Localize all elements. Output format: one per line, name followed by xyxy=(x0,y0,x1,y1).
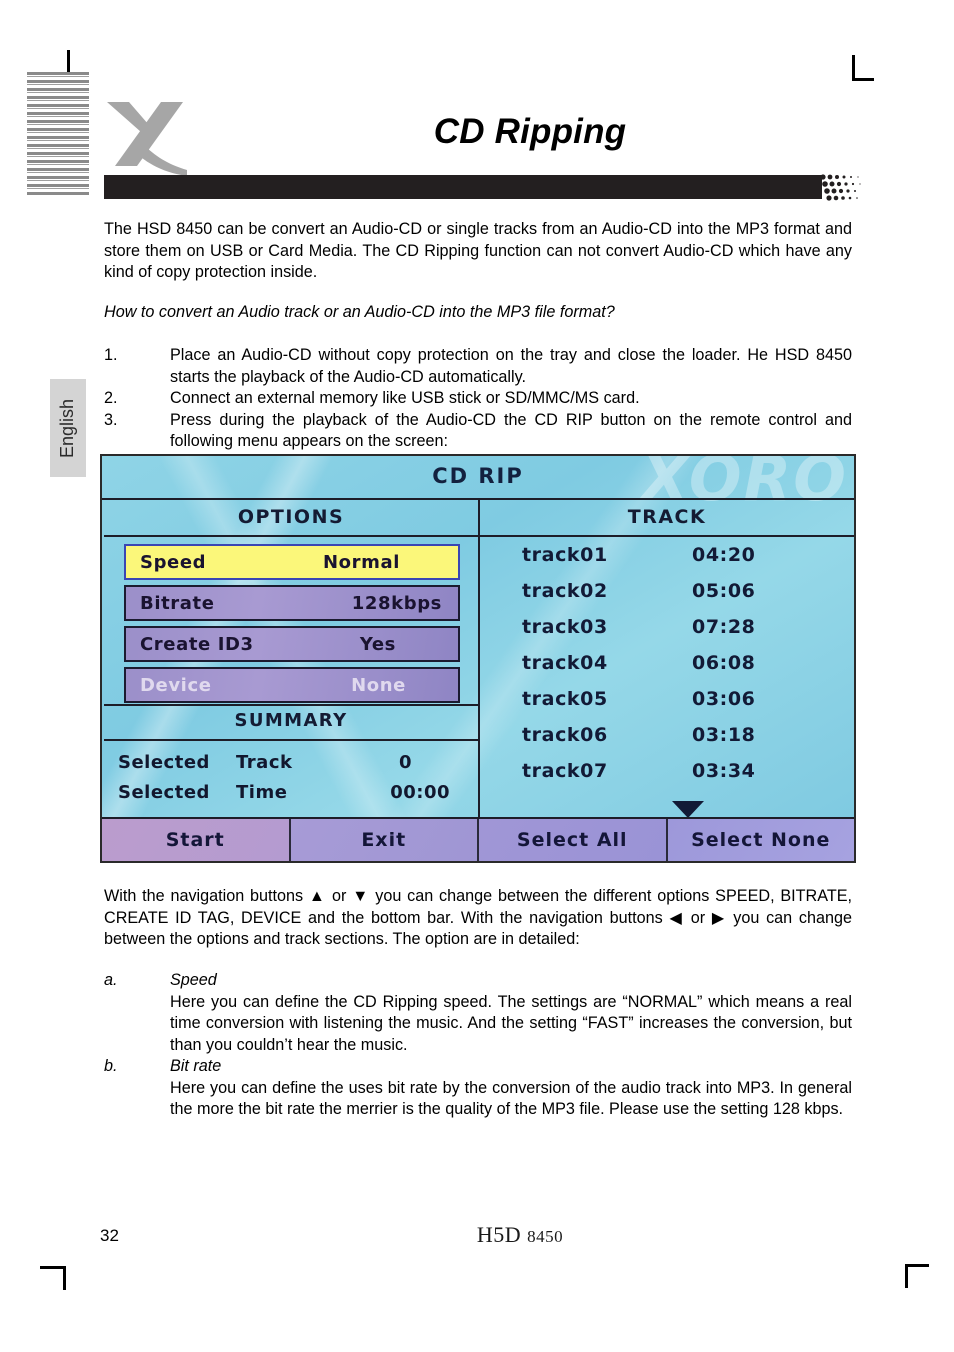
osd-track-time: 04:20 xyxy=(692,544,756,566)
osd-summary-key2: Track xyxy=(236,752,293,773)
osd-option-label: Bitrate xyxy=(140,592,215,614)
osd-summary-divider-bottom xyxy=(104,739,478,741)
footer-logo-d: D xyxy=(504,1222,522,1247)
osd-option-value: Normal xyxy=(323,551,400,573)
step-number: 1. xyxy=(104,346,118,364)
list-item: 1. Place an Audio-CD without copy protec… xyxy=(104,345,852,388)
osd-track-name: track01 xyxy=(522,544,608,566)
intro-paragraph: The HSD 8450 can be convert an Audio-CD … xyxy=(104,220,852,281)
detail-heading: Bit rate xyxy=(170,1057,222,1075)
osd-track-time: 03:34 xyxy=(692,760,756,782)
detail-heading: Speed xyxy=(170,971,217,989)
cd-rip-osd-screenshot: XORO CD RIP OPTIONS TRACK Speed Normal B… xyxy=(100,454,856,863)
language-tab: English xyxy=(50,379,86,477)
osd-options-heading-divider xyxy=(104,535,478,537)
header-rule-bar xyxy=(104,175,822,199)
crop-mark-top-right xyxy=(852,55,874,81)
footer-logo-slash: 5 xyxy=(493,1222,505,1247)
crop-mark-bottom-left xyxy=(40,1266,66,1290)
osd-option-value: None xyxy=(351,674,406,696)
osd-option-label: Create ID3 xyxy=(140,633,254,655)
start-button[interactable]: Start xyxy=(102,819,291,861)
exit-button[interactable]: Exit xyxy=(290,819,479,861)
list-item: b. Bit rate Here you can define the uses… xyxy=(104,1056,852,1121)
osd-title: CD RIP xyxy=(432,464,524,488)
osd-summary-value: 00:00 xyxy=(390,782,450,803)
list-item: a. Speed Here you can define the CD Ripp… xyxy=(104,970,852,1056)
osd-option-value: Yes xyxy=(359,633,396,655)
list-item: 2. Connect an external memory like USB s… xyxy=(104,388,852,410)
osd-option-speed[interactable]: Speed Normal xyxy=(124,544,460,580)
step-number: 3. xyxy=(104,410,118,429)
table-row[interactable]: track05 03:06 xyxy=(502,688,832,724)
stripe-pattern-decoration xyxy=(27,72,89,196)
details-list: a. Speed Here you can define the CD Ripp… xyxy=(104,970,852,1121)
page-number: 32 xyxy=(100,1226,119,1245)
osd-track-name: track03 xyxy=(522,616,608,638)
halftone-dots-decoration xyxy=(820,174,861,201)
osd-button-bar: Start Exit Select All Select None xyxy=(102,817,854,861)
osd-summary-key2: Time xyxy=(236,782,288,803)
xoro-x-logo xyxy=(107,102,187,176)
footer-logo-h: H xyxy=(476,1222,494,1247)
table-row[interactable]: track02 05:06 xyxy=(502,580,832,616)
osd-track-time: 03:06 xyxy=(692,688,756,710)
osd-summary-divider-top xyxy=(104,704,478,706)
osd-option-device[interactable]: Device None xyxy=(124,667,460,703)
osd-track-name: track05 xyxy=(522,688,608,710)
osd-track-heading: TRACK xyxy=(627,506,707,528)
step-text: Place an Audio-CD without copy protectio… xyxy=(170,346,852,386)
footer-logo-model: 8450 xyxy=(527,1227,564,1246)
osd-track-name: track04 xyxy=(522,652,608,674)
table-row[interactable]: track07 03:34 xyxy=(502,760,832,796)
osd-column-divider xyxy=(478,500,480,817)
osd-summary-key1: Selected xyxy=(118,752,210,773)
osd-track-name: track06 xyxy=(522,724,608,746)
osd-option-create-id3[interactable]: Create ID3 Yes xyxy=(124,626,460,662)
osd-track-name: track02 xyxy=(522,580,608,602)
language-tab-label: English xyxy=(57,398,78,458)
osd-option-label: Speed xyxy=(140,551,207,573)
detail-body: Here you can define the uses bit rate by… xyxy=(170,1078,852,1119)
osd-option-value: 128kbps xyxy=(351,592,442,614)
navigation-paragraph: With the navigation buttons ▲ or ▼ you c… xyxy=(104,887,852,948)
table-row[interactable]: track01 04:20 xyxy=(502,544,832,580)
step-text: Press during the playback of the Audio-C… xyxy=(170,410,852,451)
table-row[interactable]: track06 03:18 xyxy=(502,724,832,760)
osd-track-time: 05:06 xyxy=(692,580,756,602)
osd-summary-heading: SUMMARY xyxy=(234,710,348,731)
osd-track-time: 07:28 xyxy=(692,616,756,638)
osd-track-list: track01 04:20 track02 05:06 track03 07:2… xyxy=(502,544,832,796)
intro-question: How to convert an Audio track or an Audi… xyxy=(104,303,615,321)
select-all-button[interactable]: Select All xyxy=(479,819,668,861)
osd-options-heading: OPTIONS xyxy=(237,506,345,528)
list-item: 3. Press during the playback of the Audi… xyxy=(104,410,852,453)
step-text: Connect an external memory like USB stic… xyxy=(170,389,640,407)
select-none-button[interactable]: Select None xyxy=(667,819,854,861)
osd-track-heading-divider xyxy=(480,535,854,537)
osd-track-time: 03:18 xyxy=(692,724,756,746)
detail-body: Here you can define the CD Ripping speed… xyxy=(170,992,852,1054)
steps-list: 1. Place an Audio-CD without copy protec… xyxy=(104,345,852,453)
page-title: CD Ripping xyxy=(433,112,627,151)
step-number: 2. xyxy=(104,389,118,407)
osd-summary-key1: Selected xyxy=(118,782,210,803)
osd-option-bitrate[interactable]: Bitrate 128kbps xyxy=(124,585,460,621)
osd-summary-value: 0 xyxy=(398,752,412,773)
osd-option-label: Device xyxy=(140,674,212,696)
table-row[interactable]: track04 06:08 xyxy=(502,652,832,688)
osd-track-name: track07 xyxy=(522,760,608,782)
osd-track-time: 06:08 xyxy=(692,652,756,674)
detail-letter: b. xyxy=(104,1057,118,1075)
footer-product-logo: H5D 8450 xyxy=(420,1222,620,1248)
detail-letter: a. xyxy=(104,971,118,989)
scroll-down-arrow-icon[interactable] xyxy=(672,801,704,818)
crop-mark-bottom-right xyxy=(905,1264,929,1288)
table-row[interactable]: track03 07:28 xyxy=(502,616,832,652)
osd-options-list: Speed Normal Bitrate 128kbps Create ID3 … xyxy=(124,544,460,708)
